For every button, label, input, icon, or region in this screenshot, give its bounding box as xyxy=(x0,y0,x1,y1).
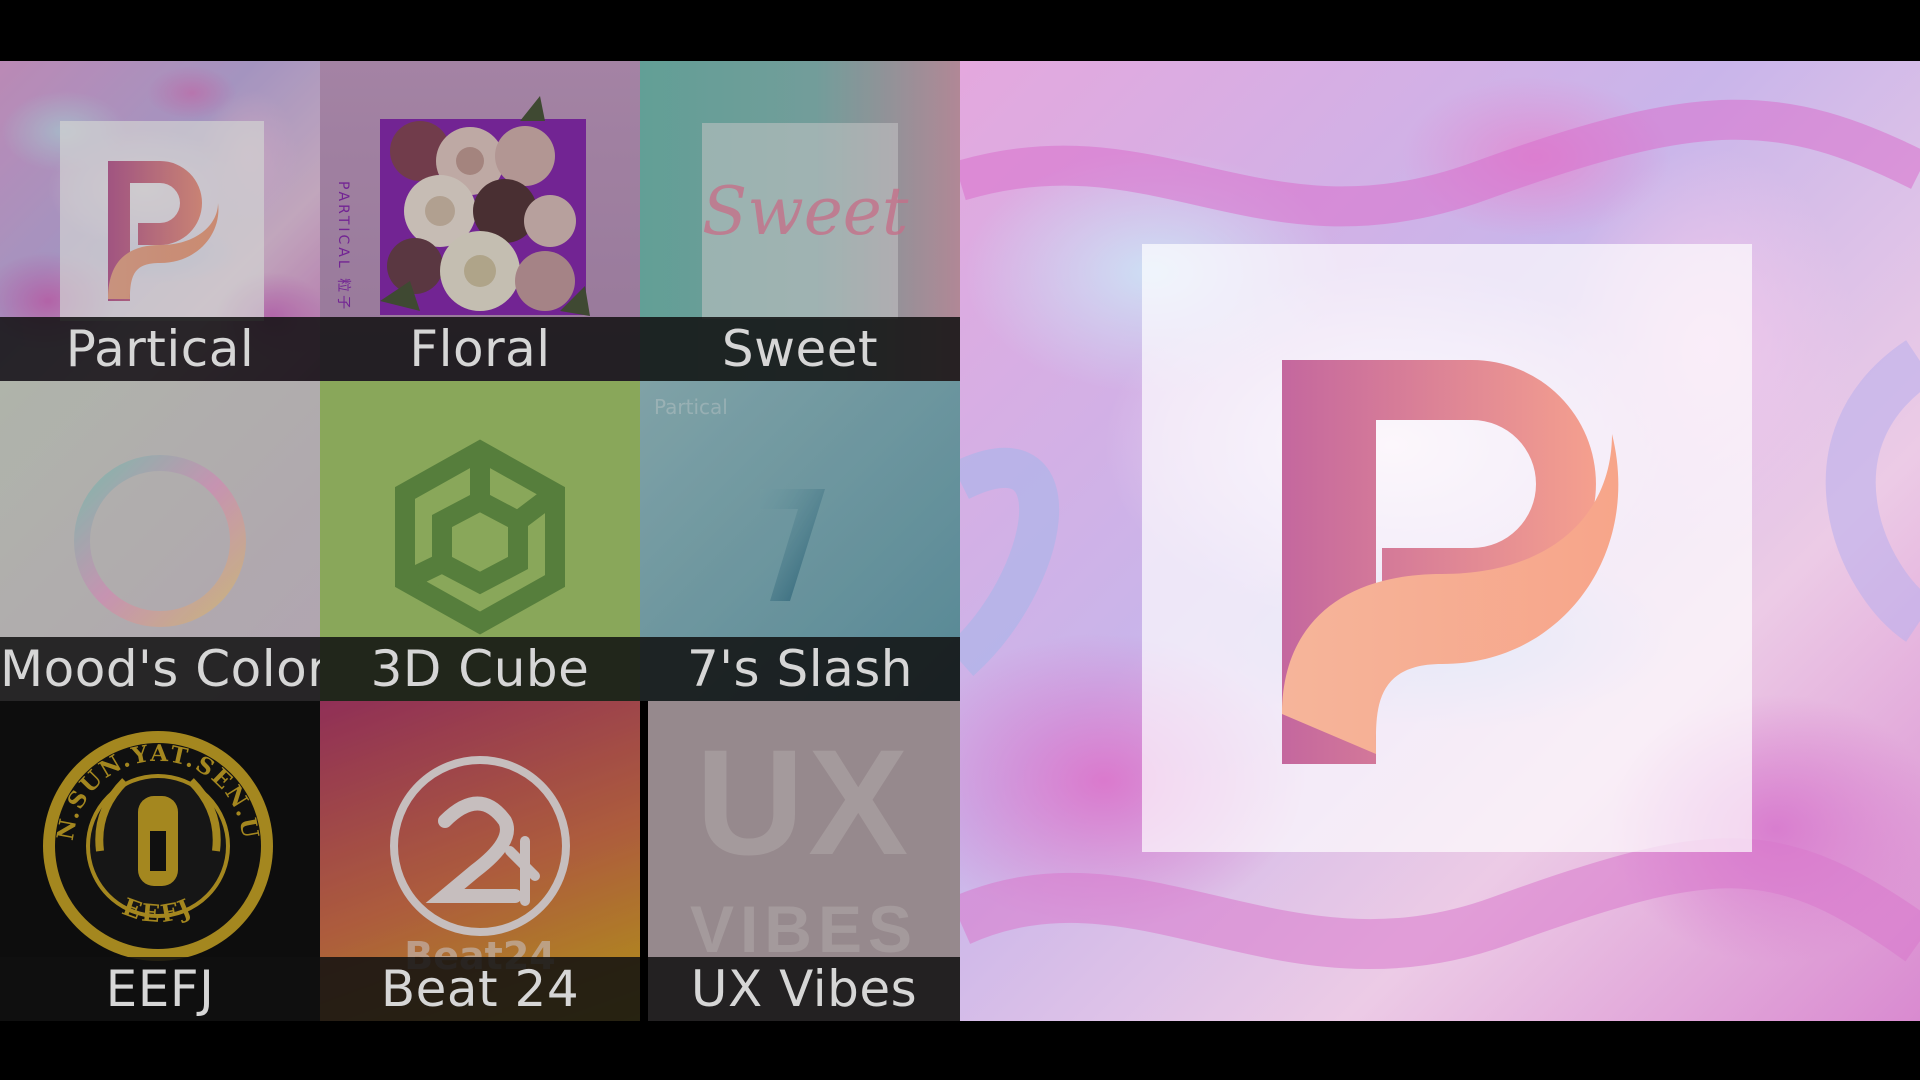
theme-label: Partical xyxy=(0,317,320,381)
theme-label: Beat 24 xyxy=(320,957,640,1021)
theme-label: 3D Cube xyxy=(320,637,640,701)
theme-tile-7s-slash[interactable]: Partical 7's Slash xyxy=(640,381,960,701)
theme-tile-eefj[interactable]: N.SUN.YAT.SEN.U EEFJ EEFJ xyxy=(0,701,320,1021)
theme-tile-floral[interactable]: PARTICAL 粒子 Floral xyxy=(320,61,640,381)
theme-label: Floral xyxy=(320,317,640,381)
theme-label: Sweet xyxy=(640,317,960,381)
theme-tile-sweet[interactable]: Sweet Sweet xyxy=(640,61,960,381)
theme-label: EEFJ xyxy=(0,957,320,1021)
theme-label: UX Vibes xyxy=(648,957,960,1021)
theme-preview xyxy=(960,61,1920,1021)
p-logo-icon xyxy=(1282,360,1619,764)
theme-tile-beat-24[interactable]: Beat24 Beat 24 xyxy=(320,701,640,1021)
theme-tile-3d-cube[interactable]: 3D Cube xyxy=(320,381,640,701)
theme-grid: Partical PARTICAL 粒子 Floral Sweet Sweet … xyxy=(0,61,960,1021)
theme-label: 7's Slash xyxy=(640,637,960,701)
theme-tile-ux-vibes[interactable]: UX VIBES UX Vibes xyxy=(640,701,960,1021)
theme-tile-moods-color[interactable]: Mood's Color xyxy=(0,381,320,701)
theme-label: Mood's Color xyxy=(0,637,320,701)
theme-tile-partical[interactable]: Partical xyxy=(0,61,320,381)
